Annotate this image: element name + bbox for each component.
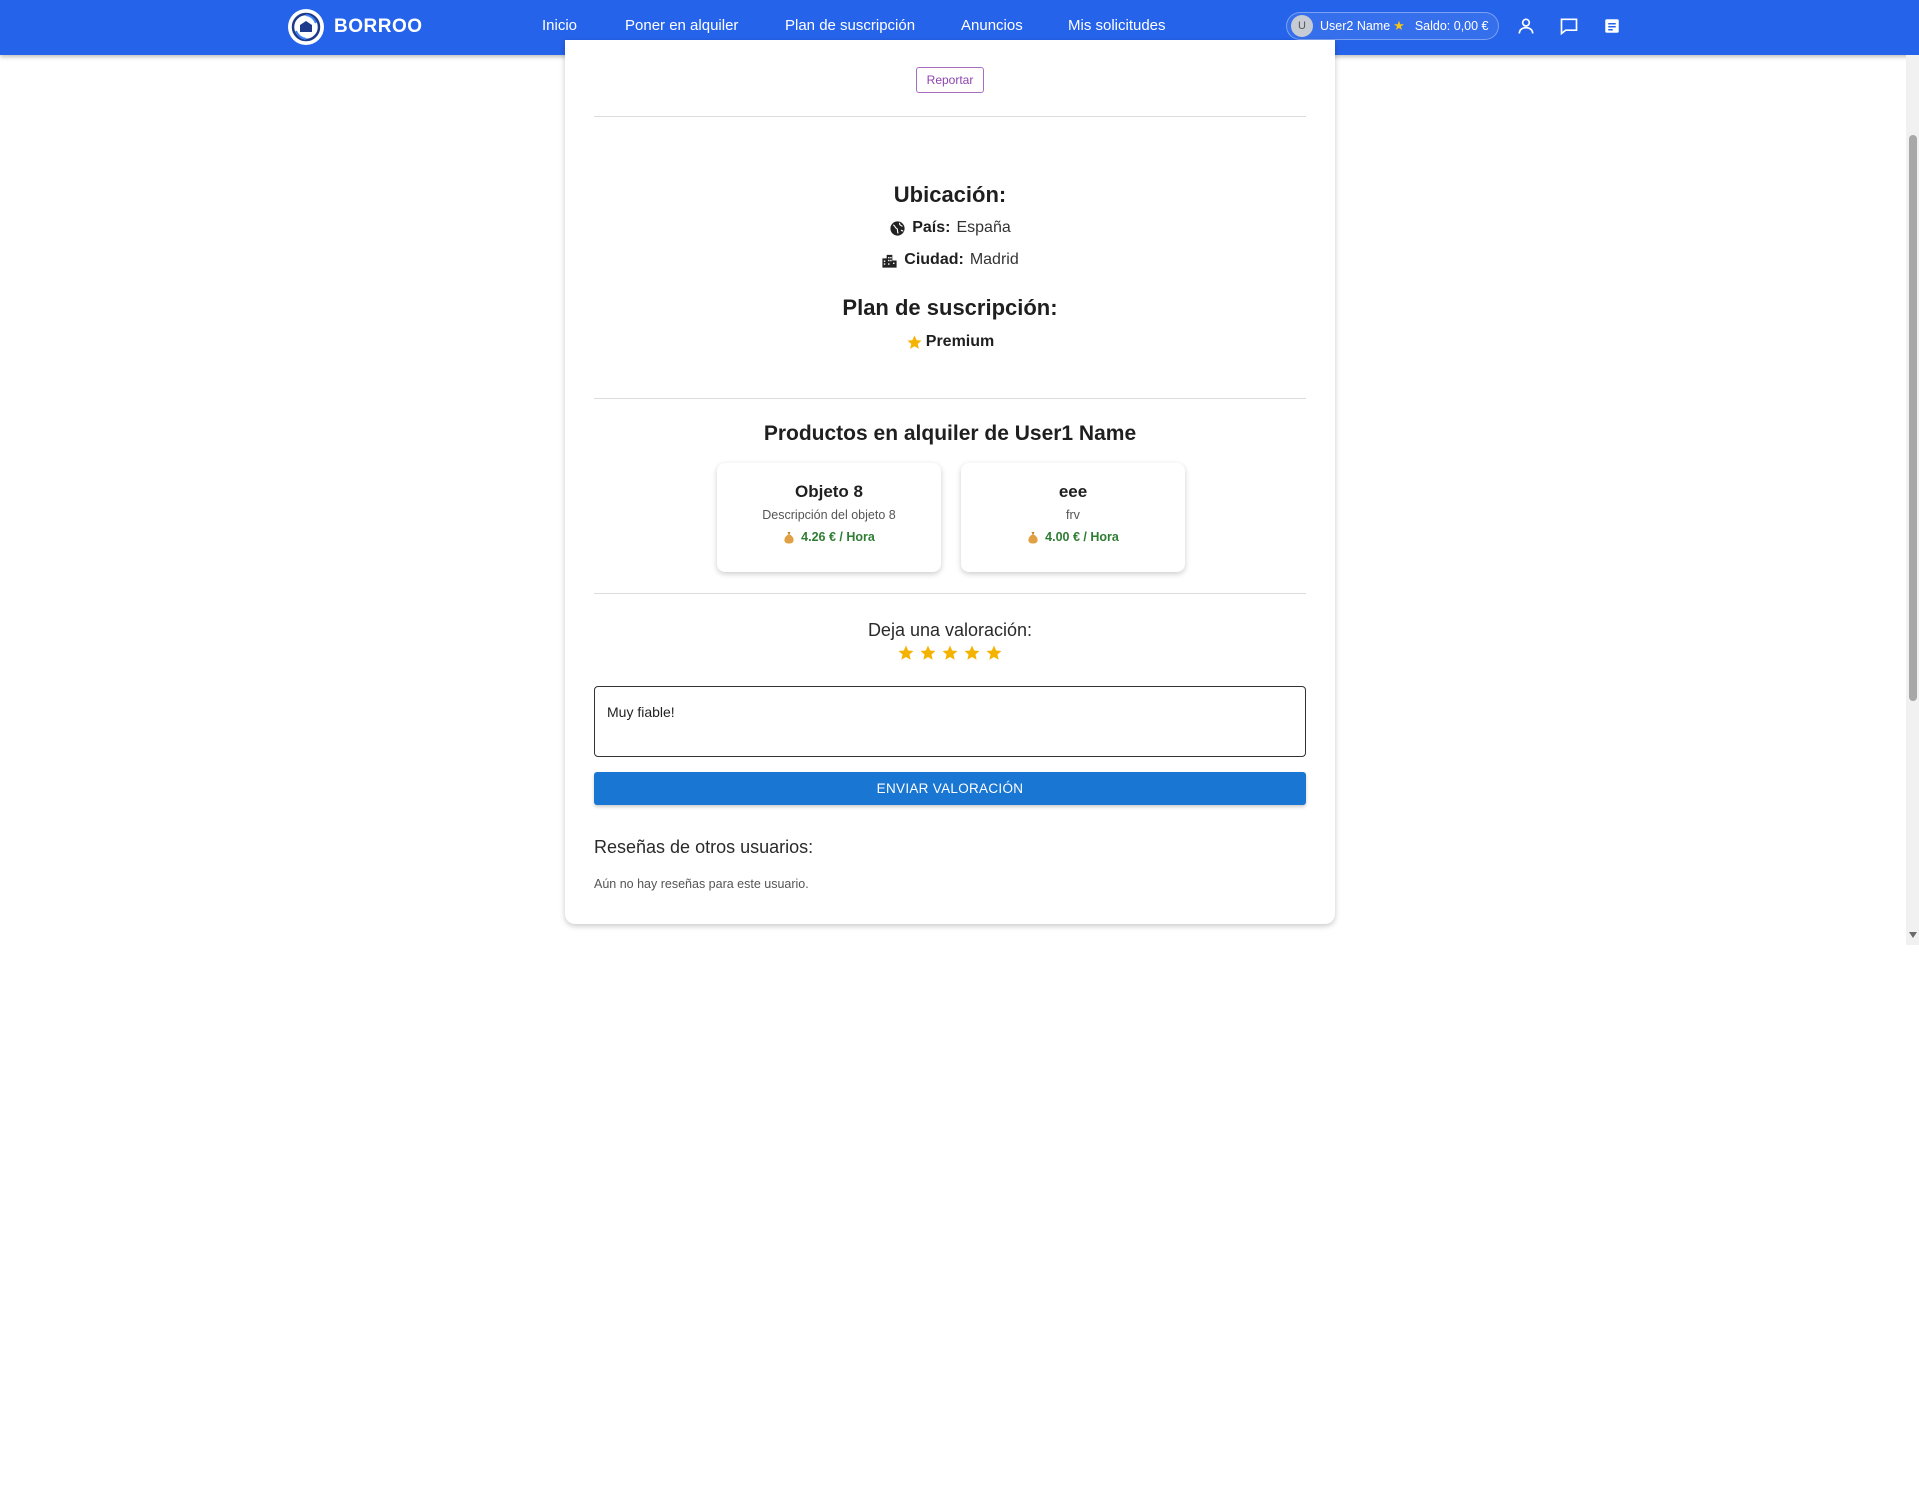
product-price-row: 4.00 € / Hora <box>961 530 1185 544</box>
chat-icon[interactable] <box>1557 14 1581 38</box>
reviews-title: Reseñas de otros usuarios: <box>594 837 814 857</box>
product-card[interactable]: eee frv 4.00 € / Hora <box>961 463 1185 572</box>
product-price: 4.26 € / Hora <box>801 530 875 544</box>
product-name: Objeto 8 <box>794 482 863 501</box>
money-bag-icon <box>784 531 794 543</box>
star-rating[interactable] <box>565 644 1335 662</box>
nav-link-mis-solicitudes[interactable]: Mis solicitudes <box>1068 17 1166 34</box>
rating-star-icon[interactable] <box>941 644 959 662</box>
plan-title: Plan de suscripción: <box>842 295 1058 320</box>
country-label: País: <box>912 219 951 236</box>
no-reviews-text: Aún no hay reseñas para este usuario. <box>594 877 809 891</box>
scrollbar[interactable] <box>1906 55 1919 945</box>
user-name: User2 Name <box>1320 19 1391 33</box>
star-icon: ★ <box>1393 18 1405 33</box>
divider <box>594 116 1306 117</box>
logo-icon <box>288 9 324 45</box>
nav-link-plan-de-suscripcion[interactable]: Plan de suscripción <box>785 17 915 34</box>
plan-value: Premium <box>925 333 995 350</box>
globe-icon <box>890 220 905 236</box>
submit-rating-button[interactable]: ENVIAR VALORACIÓN <box>594 772 1306 805</box>
country-value: España <box>956 219 1011 236</box>
rating-star-icon[interactable] <box>985 644 1003 662</box>
report-button[interactable]: Reportar <box>916 67 984 93</box>
user-icon[interactable] <box>1514 14 1538 38</box>
star-icon <box>907 334 922 349</box>
divider <box>594 593 1306 594</box>
products-title: Productos en alquiler de User1 Name <box>763 422 1137 445</box>
product-name: eee <box>1058 482 1088 501</box>
plan-row: Premium <box>565 333 1335 351</box>
rating-star-icon[interactable] <box>897 644 915 662</box>
nav-link-poner-en-alquiler[interactable]: Poner en alquiler <box>625 17 738 34</box>
nav-link-anuncios[interactable]: Anuncios <box>961 17 1023 34</box>
scrollbar-thumb[interactable] <box>1909 135 1917 701</box>
avatar: U <box>1291 15 1313 37</box>
product-price: 4.00 € / Hora <box>1045 530 1119 544</box>
brand-logo[interactable]: BORROO <box>288 9 423 45</box>
document-icon[interactable] <box>1600 14 1624 38</box>
scroll-down-icon[interactable] <box>1909 932 1917 938</box>
brand-name: BORROO <box>334 16 423 37</box>
city-row: Ciudad: Madrid <box>565 251 1335 269</box>
money-bag-icon <box>1028 531 1038 543</box>
divider <box>594 398 1306 399</box>
review-textarea[interactable]: Muy fiable! <box>594 686 1306 757</box>
profile-card: Reportar Ubicación: País: España Ciudad:… <box>565 40 1335 924</box>
product-description: frv <box>1066 508 1080 522</box>
product-description: Descripción del objeto 8 <box>762 508 896 522</box>
user-menu[interactable]: U User2 Name ★ Saldo: 0,00 € <box>1286 12 1499 40</box>
country-row: País: España <box>565 219 1335 237</box>
balance-label: Saldo: 0,00 € <box>1414 19 1489 33</box>
rating-label: Deja una valoración: <box>867 620 1033 640</box>
city-value: Madrid <box>969 251 1019 268</box>
city-icon <box>882 254 897 268</box>
city-label: Ciudad: <box>904 251 964 268</box>
nav-link-inicio[interactable]: Inicio <box>542 17 577 34</box>
rating-star-icon[interactable] <box>919 644 937 662</box>
product-card[interactable]: Objeto 8 Descripción del objeto 8 4.26 €… <box>717 463 941 572</box>
product-price-row: 4.26 € / Hora <box>717 530 941 544</box>
rating-star-icon[interactable] <box>963 644 981 662</box>
location-title: Ubicación: <box>893 182 1007 207</box>
